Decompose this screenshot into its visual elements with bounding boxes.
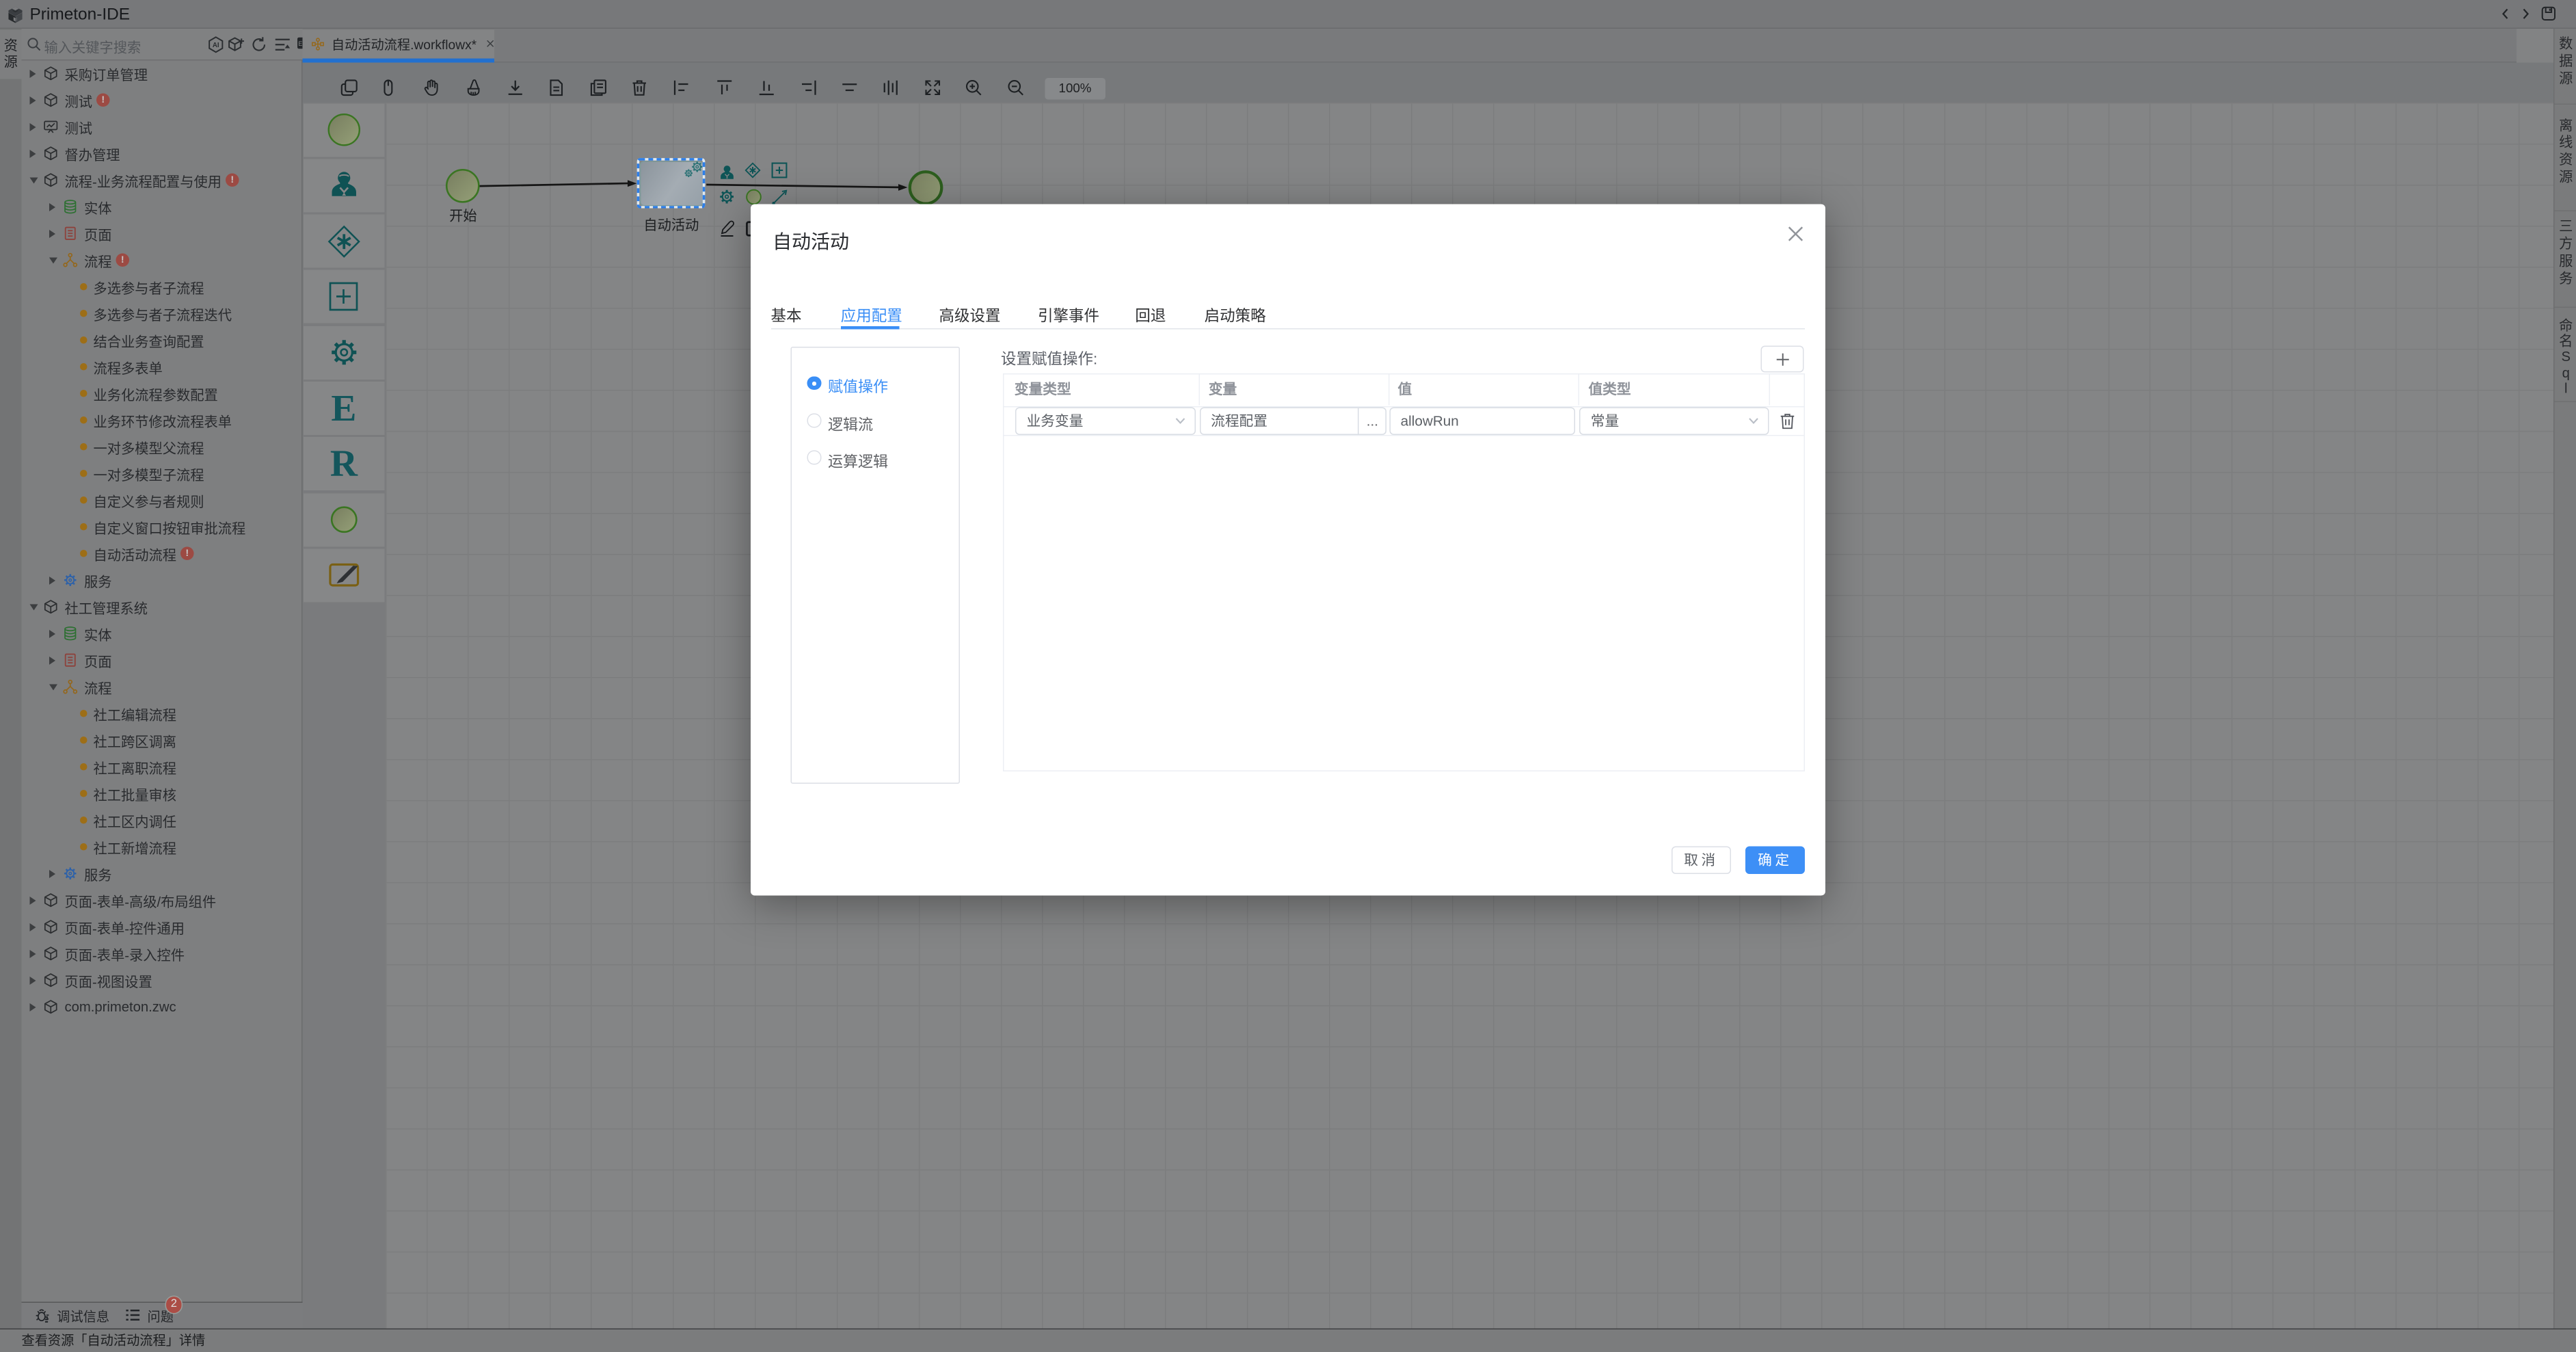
svg-text:AI: AI	[212, 42, 219, 49]
